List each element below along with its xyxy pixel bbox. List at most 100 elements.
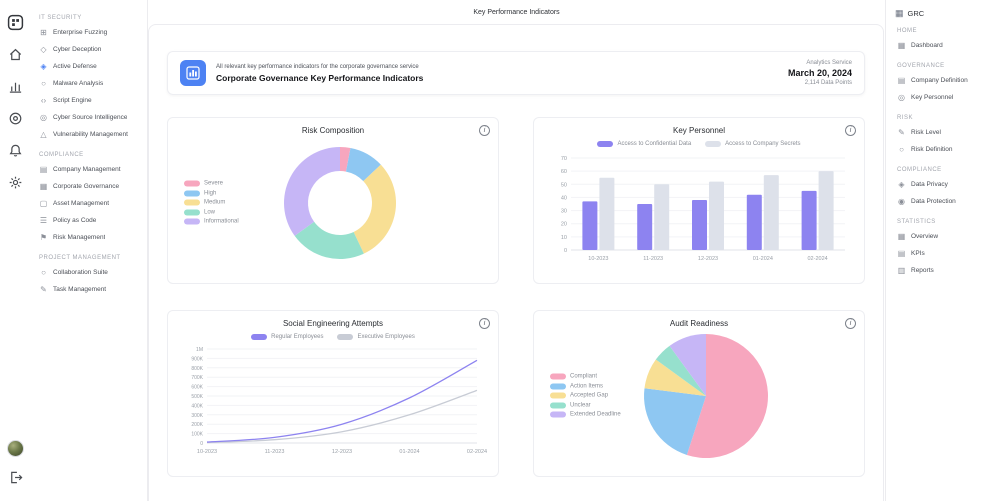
- header-meta: Analytics Service March 20, 2024 2,114 D…: [788, 60, 852, 86]
- content-panel: All relevant key performance indicators …: [148, 24, 884, 501]
- executive-employees-swatch: [337, 334, 353, 340]
- svg-text:600K: 600K: [191, 385, 203, 391]
- legend-label: Severe: [204, 181, 223, 187]
- right-nav-item-dashboard[interactable]: ▦Dashboard: [893, 37, 993, 54]
- sidebar-item-label: Active Defense: [53, 63, 97, 70]
- sidebar-item-task-management[interactable]: ✎Task Management: [35, 281, 142, 298]
- legend-item-access-to-company-secrets: Access to Company Secrets: [705, 141, 800, 147]
- right-nav-item-key-personnel[interactable]: ◎Key Personnel: [893, 89, 993, 106]
- sidebar-item-enterprise-fuzzing[interactable]: ⊞Enterprise Fuzzing: [35, 24, 142, 41]
- risk-definition-icon: ○: [897, 145, 906, 154]
- sidebar-item-label: Cyber Source Intelligence: [53, 114, 127, 121]
- medium-swatch: [184, 200, 200, 206]
- legend-label: Low: [204, 209, 215, 215]
- company-management-icon: ▤: [39, 165, 48, 174]
- svg-text:0: 0: [200, 441, 203, 447]
- home-icon[interactable]: [6, 45, 24, 63]
- legend-label: Regular Employees: [271, 334, 323, 340]
- svg-text:10-2023: 10-2023: [588, 256, 608, 262]
- right-nav-item-data-privacy[interactable]: ◈Data Privacy: [893, 176, 993, 193]
- data-protection-icon: ◉: [897, 197, 906, 206]
- svg-text:12-2023: 12-2023: [698, 256, 718, 262]
- kpi-header-card: All relevant key performance indicators …: [167, 51, 865, 95]
- svg-text:0: 0: [564, 248, 567, 254]
- right-nav-item-risk-level[interactable]: ✎Risk Level: [893, 124, 993, 141]
- sidebar-item-risk-management[interactable]: ⚑Risk Management: [35, 229, 142, 246]
- collaboration-suite-icon: ○: [39, 268, 48, 277]
- svg-text:700K: 700K: [191, 375, 203, 381]
- right-nav-item-overview[interactable]: ▦Overview: [893, 228, 993, 245]
- right-nav-item-company-definition[interactable]: ▤Company Definition: [893, 72, 993, 89]
- right-section-label-governance: GOVERNANCE: [897, 63, 989, 69]
- regular-employees-swatch: [251, 334, 267, 340]
- sidebar-item-cyber-source-intelligence[interactable]: ◎Cyber Source Intelligence: [35, 109, 142, 126]
- sidebar-item-policy-as-code[interactable]: ☰Policy as Code: [35, 212, 142, 229]
- sign-out-icon[interactable]: [6, 468, 24, 486]
- main-content: Key Performance Indicators All relevant …: [148, 0, 885, 501]
- sidebar-item-collaboration-suite[interactable]: ○Collaboration Suite: [35, 264, 142, 281]
- svg-text:500K: 500K: [191, 394, 203, 400]
- right-nav-item-reports[interactable]: ▥Reports: [893, 262, 993, 279]
- notifications-icon[interactable]: [6, 141, 24, 159]
- legend-item-extended-deadline: Extended Deadline: [550, 412, 621, 418]
- policy-as-code-icon: ☰: [39, 216, 48, 225]
- settings-icon[interactable]: [6, 173, 24, 191]
- vulnerability-management-icon: △: [39, 130, 48, 139]
- social-engineering-attempts-chart: 0100K200K300K400K500K600K700K800K900K1M1…: [179, 343, 487, 457]
- grc-app-switcher[interactable]: ▦ GRC: [895, 8, 991, 19]
- legend-label: Access to Company Secrets: [725, 141, 800, 147]
- legend-item-regular-employees: Regular Employees: [251, 334, 323, 340]
- section-label-project-management: PROJECT MANAGEMENT: [39, 255, 138, 261]
- right-nav-item-kpis[interactable]: ▤KPIs: [893, 245, 993, 262]
- right-nav-item-label: Reports: [911, 267, 934, 274]
- legend-label: Compliant: [570, 374, 597, 380]
- sidebar-item-active-defense[interactable]: ◈ Active Defense: [35, 58, 142, 75]
- key-personnel-chart: 01020304050607010-202311-202312-202301-2…: [545, 150, 853, 264]
- sidebar-item-script-engine[interactable]: ‹›Script Engine: [35, 92, 142, 109]
- svg-text:900K: 900K: [191, 356, 203, 362]
- key-personnel-icon: ◎: [897, 93, 906, 102]
- svg-text:02-2024: 02-2024: [467, 449, 487, 455]
- sidebar-item-company-management[interactable]: ▤Company Management: [35, 161, 142, 178]
- key-personnel-plot-wrap: 01020304050607010-202311-202312-202301-2…: [544, 150, 854, 264]
- sidebar-item-asset-management[interactable]: ▢Asset Management: [35, 195, 142, 212]
- info-icon[interactable]: i: [479, 318, 490, 329]
- risk-composition-chart: [248, 134, 418, 272]
- right-section-label-compliance: COMPLIANCE: [897, 167, 989, 173]
- severe-swatch: [184, 181, 200, 187]
- info-icon[interactable]: i: [845, 125, 856, 136]
- sidebar-item-vulnerability-management[interactable]: △Vulnerability Management: [35, 126, 142, 143]
- risk-level-icon: ✎: [897, 128, 906, 137]
- modules-icon[interactable]: [6, 109, 24, 127]
- key-personnel-card: Key PersonneliAccess to Confidential Dat…: [533, 117, 865, 284]
- sidebar-item-malware-analysis[interactable]: ○Malware Analysis: [35, 75, 142, 92]
- reports-icon[interactable]: [6, 77, 24, 95]
- meta-date: March 20, 2024: [788, 68, 852, 78]
- sidebar-item-label: Task Management: [53, 286, 106, 293]
- svg-text:12-2023: 12-2023: [332, 449, 352, 455]
- sidebar-item-cyber-deception[interactable]: ◇Cyber Deception: [35, 41, 142, 58]
- user-avatar[interactable]: [7, 440, 24, 457]
- active-defense-icon: ◈: [39, 62, 48, 71]
- enterprise-fuzzing-icon: ⊞: [39, 28, 48, 37]
- legend-item-action-items: Action Items: [550, 383, 621, 389]
- compliant-swatch: [550, 374, 566, 380]
- svg-text:100K: 100K: [191, 432, 203, 438]
- right-nav-item-risk-definition[interactable]: ○Risk Definition: [893, 141, 993, 158]
- kpis-icon: ▤: [897, 249, 906, 258]
- company-definition-icon: ▤: [897, 76, 906, 85]
- legend-item-unclear: Unclear: [550, 402, 621, 408]
- svg-text:50: 50: [561, 182, 567, 188]
- app-logo-icon[interactable]: [6, 13, 24, 31]
- right-nav-item-data-protection[interactable]: ◉Data Protection: [893, 193, 993, 210]
- sidebar-item-corporate-governance[interactable]: ▦Corporate Governance: [35, 178, 142, 195]
- social-engineering-attempts-title: Social Engineering Attempts: [178, 319, 488, 328]
- analytics-icon: [180, 60, 206, 86]
- legend-item-executive-employees: Executive Employees: [337, 334, 414, 340]
- meta-data-points: 2,114 Data Points: [788, 80, 852, 86]
- risk-composition-legend: SevereHighMediumLowInformational: [184, 177, 239, 228]
- sidebar-item-label: Corporate Governance: [53, 183, 119, 190]
- legend-item-medium: Medium: [184, 200, 239, 206]
- low-swatch: [184, 209, 200, 215]
- social-engineering-attempts-plot-wrap: 0100K200K300K400K500K600K700K800K900K1M1…: [178, 343, 488, 457]
